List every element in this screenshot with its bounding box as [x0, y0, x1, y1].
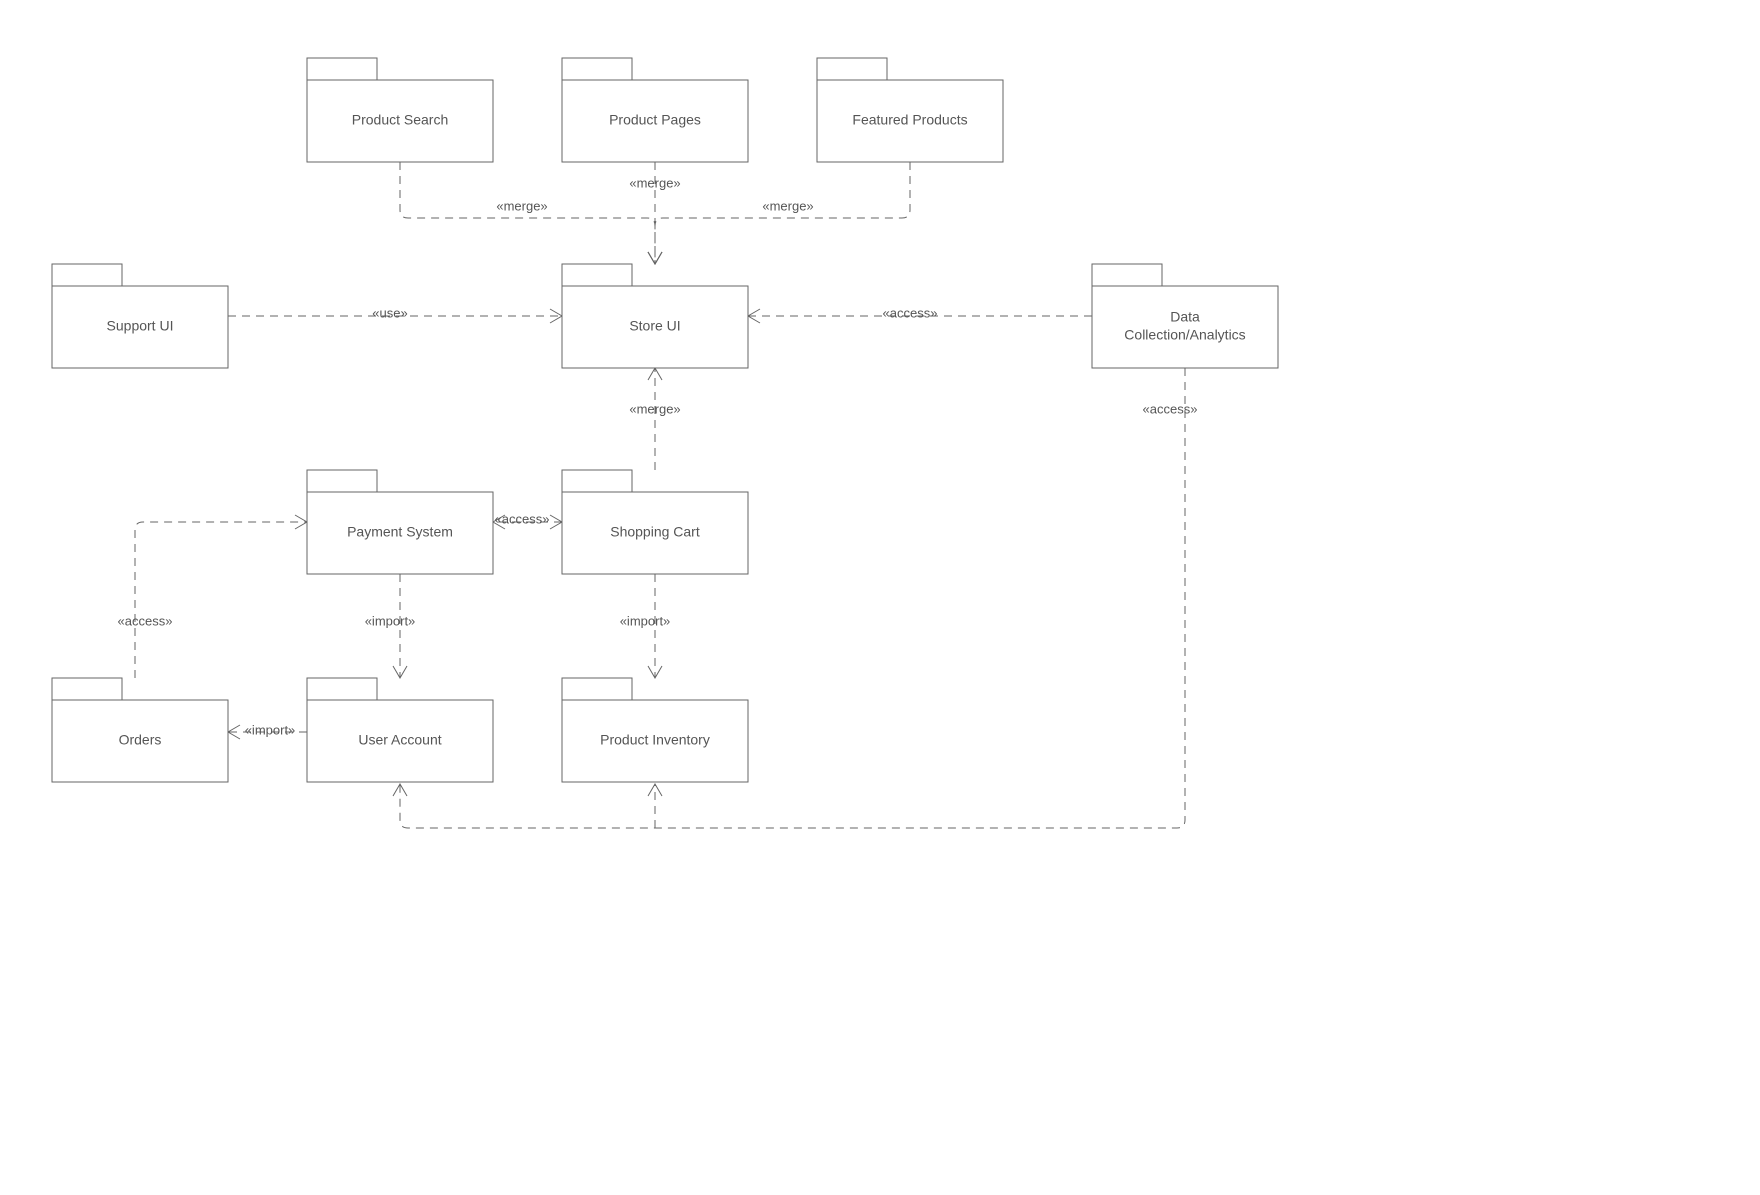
package-label: Collection/Analytics [1124, 327, 1245, 343]
package-product-inventory[interactable]: Product Inventory [562, 678, 748, 782]
edge-label: «import» [245, 722, 296, 737]
package-product-pages[interactable]: Product Pages [562, 58, 748, 162]
edge-label: «use» [372, 305, 407, 320]
edge-label: «import» [620, 613, 671, 628]
edge-label: «access» [1143, 401, 1198, 416]
edge-label: «access» [495, 511, 550, 526]
edge-label: «access» [118, 613, 173, 628]
edge-orders-payment [135, 522, 307, 678]
uml-package-diagram: «merge» «merge» «merge» «use» «access» «… [0, 0, 1760, 1195]
package-label: Shopping Cart [610, 524, 700, 540]
package-label: User Account [358, 732, 441, 748]
package-label: Orders [119, 732, 162, 748]
edge-label: «merge» [762, 198, 813, 213]
package-store-ui[interactable]: Store UI [562, 264, 748, 368]
package-support-ui[interactable]: Support UI [52, 264, 228, 368]
package-user-account[interactable]: User Account [307, 678, 493, 782]
edge-analytics-bottom [400, 368, 1185, 828]
package-label: Featured Products [852, 112, 967, 128]
package-label: Support UI [107, 318, 174, 334]
edge-label: «merge» [629, 401, 680, 416]
package-label: Product Pages [609, 112, 701, 128]
package-data-analytics[interactable]: Data Collection/Analytics [1092, 264, 1278, 368]
edge-label: «merge» [496, 198, 547, 213]
edge-label: «merge» [629, 175, 680, 190]
package-label: Store UI [629, 318, 680, 334]
package-shopping-cart[interactable]: Shopping Cart [562, 470, 748, 574]
package-featured-products[interactable]: Featured Products [817, 58, 1003, 162]
package-label: Payment System [347, 524, 453, 540]
package-label: Data [1170, 309, 1200, 325]
package-product-search[interactable]: Product Search [307, 58, 493, 162]
edge-label: «import» [365, 613, 416, 628]
package-label: Product Search [352, 112, 449, 128]
package-orders[interactable]: Orders [52, 678, 228, 782]
edge-label: «access» [883, 305, 938, 320]
package-payment-system[interactable]: Payment System [307, 470, 493, 574]
package-label: Product Inventory [600, 732, 710, 748]
